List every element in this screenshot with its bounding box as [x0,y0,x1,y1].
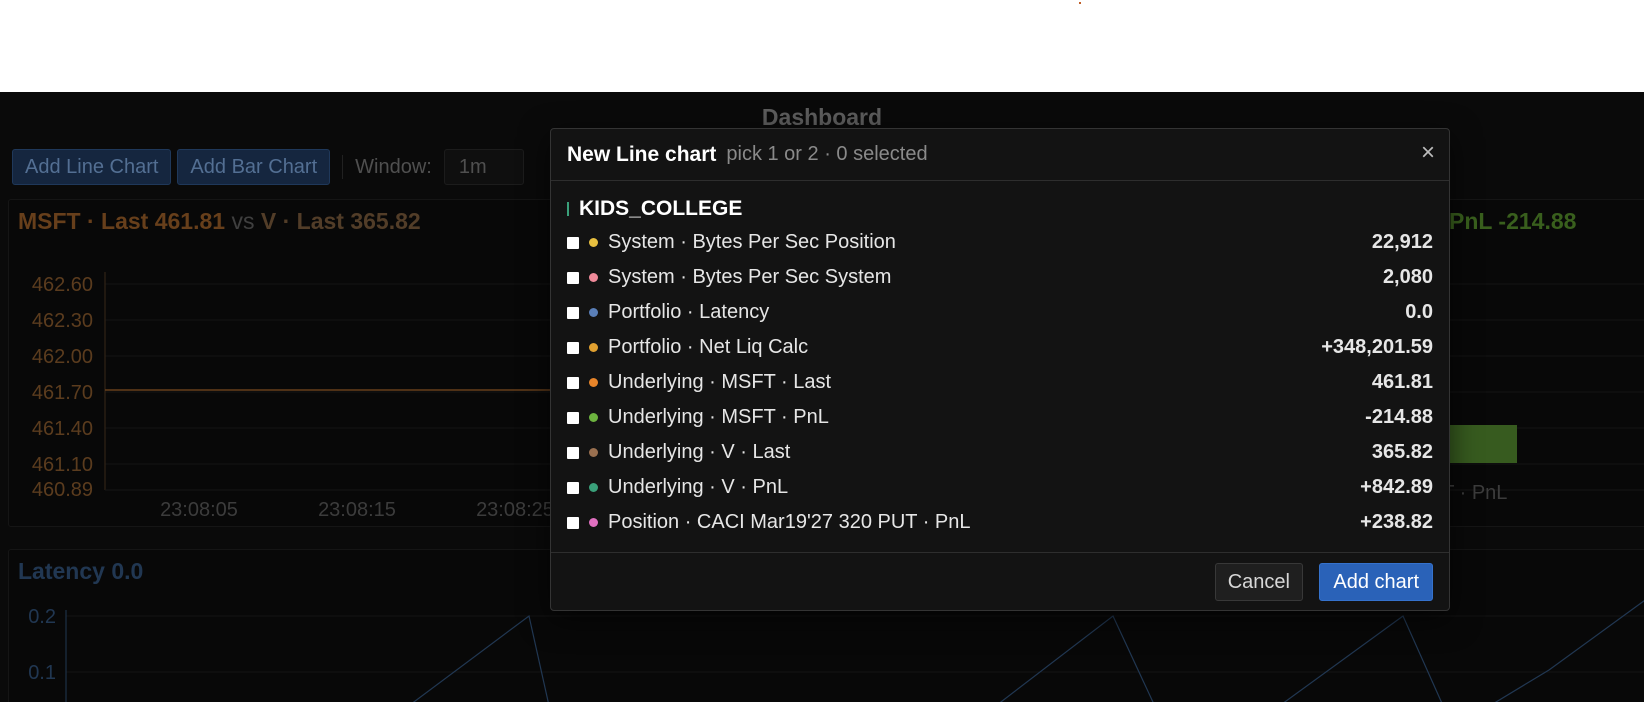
series-checkbox[interactable] [567,446,579,459]
series-color-dot [589,343,598,352]
series-value: 2,080 [1382,266,1433,288]
series-row[interactable]: System · Bytes Per Sec Position 22,912 [567,225,1433,260]
close-icon[interactable]: × [1421,141,1435,165]
series-color-dot [589,308,598,317]
series-color-dot [589,483,598,492]
top-blank-area [0,0,1644,92]
series-row[interactable]: Portfolio · Net Liq Calc +348,201.59 [567,330,1433,365]
series-row[interactable]: Underlying · MSFT · Last 461.81 [567,365,1433,400]
series-row[interactable]: Underlying · MSFT · PnL -214.88 [567,400,1433,435]
series-row[interactable]: Underlying · V · Last 365.82 [567,435,1433,470]
dialog-header: New Line chart pick 1 or 2 · 0 selected … [551,129,1449,181]
series-checkbox[interactable] [567,341,579,354]
series-checkbox[interactable] [567,236,579,249]
series-value: +842.89 [1360,476,1433,498]
series-color-dot [589,378,598,387]
series-row[interactable]: Underlying · V · PnL +842.89 [567,470,1433,505]
series-row[interactable]: System · Bytes Per Sec System 2,080 [567,260,1433,295]
series-color-dot [589,518,598,527]
series-label: System · Bytes Per Sec Position [608,231,896,253]
series-label: System · Bytes Per Sec System [608,266,892,288]
series-value: +348,201.59 [1321,336,1433,358]
series-color-dot [589,413,598,422]
series-label: Underlying · MSFT · Last [608,371,832,393]
series-row[interactable]: Position · CACI Mar19'27 320 PUT · PnL +2… [567,505,1433,540]
cancel-button[interactable]: Cancel [1214,563,1303,601]
series-color-dot [589,273,598,282]
dialog-footer: Cancel Add chart [551,552,1449,610]
series-row[interactable]: Portfolio · Latency 0.0 [567,295,1433,330]
series-label: Underlying · MSFT · PnL [608,406,829,428]
series-label: Portfolio · Latency [608,301,770,323]
selection-hint: pick 1 or 2 · 0 selected [726,143,928,165]
series-checkbox[interactable] [567,306,579,319]
series-value: 461.81 [1371,371,1433,393]
series-value: 0.0 [1405,301,1433,323]
series-checkbox[interactable] [567,376,579,389]
series-list: System · Bytes Per Sec Position 22,912 Sys… [567,225,1433,540]
dialog-title: New Line chart [567,142,717,166]
series-color-dot [589,448,598,457]
series-label: Position · CACI Mar19'27 320 PUT · PnL [608,511,971,533]
series-label: Underlying · V · Last [608,441,791,463]
series-value: 22,912 [1371,231,1433,253]
new-chart-dialog: New Line chart pick 1 or 2 · 0 selected … [550,128,1450,611]
series-checkbox[interactable] [567,411,579,424]
stray-dot [1079,2,1081,4]
series-value: +238.82 [1360,511,1433,533]
group-marker [567,202,569,216]
dialog-body: KIDS_COLLEGE System · Bytes Per Sec Posi… [551,181,1449,540]
series-checkbox[interactable] [567,271,579,284]
group-label: KIDS_COLLEGE [579,197,743,220]
series-value: 365.82 [1371,441,1433,463]
add-chart-button[interactable]: Add chart [1319,563,1433,601]
series-label: Portfolio · Net Liq Calc [608,336,809,358]
series-checkbox[interactable] [567,516,579,529]
series-value: -214.88 [1365,406,1433,428]
series-label: Underlying · V · PnL [608,476,789,498]
series-color-dot [589,238,598,247]
series-checkbox[interactable] [567,481,579,494]
account-group-header: KIDS_COLLEGE [567,193,1433,225]
